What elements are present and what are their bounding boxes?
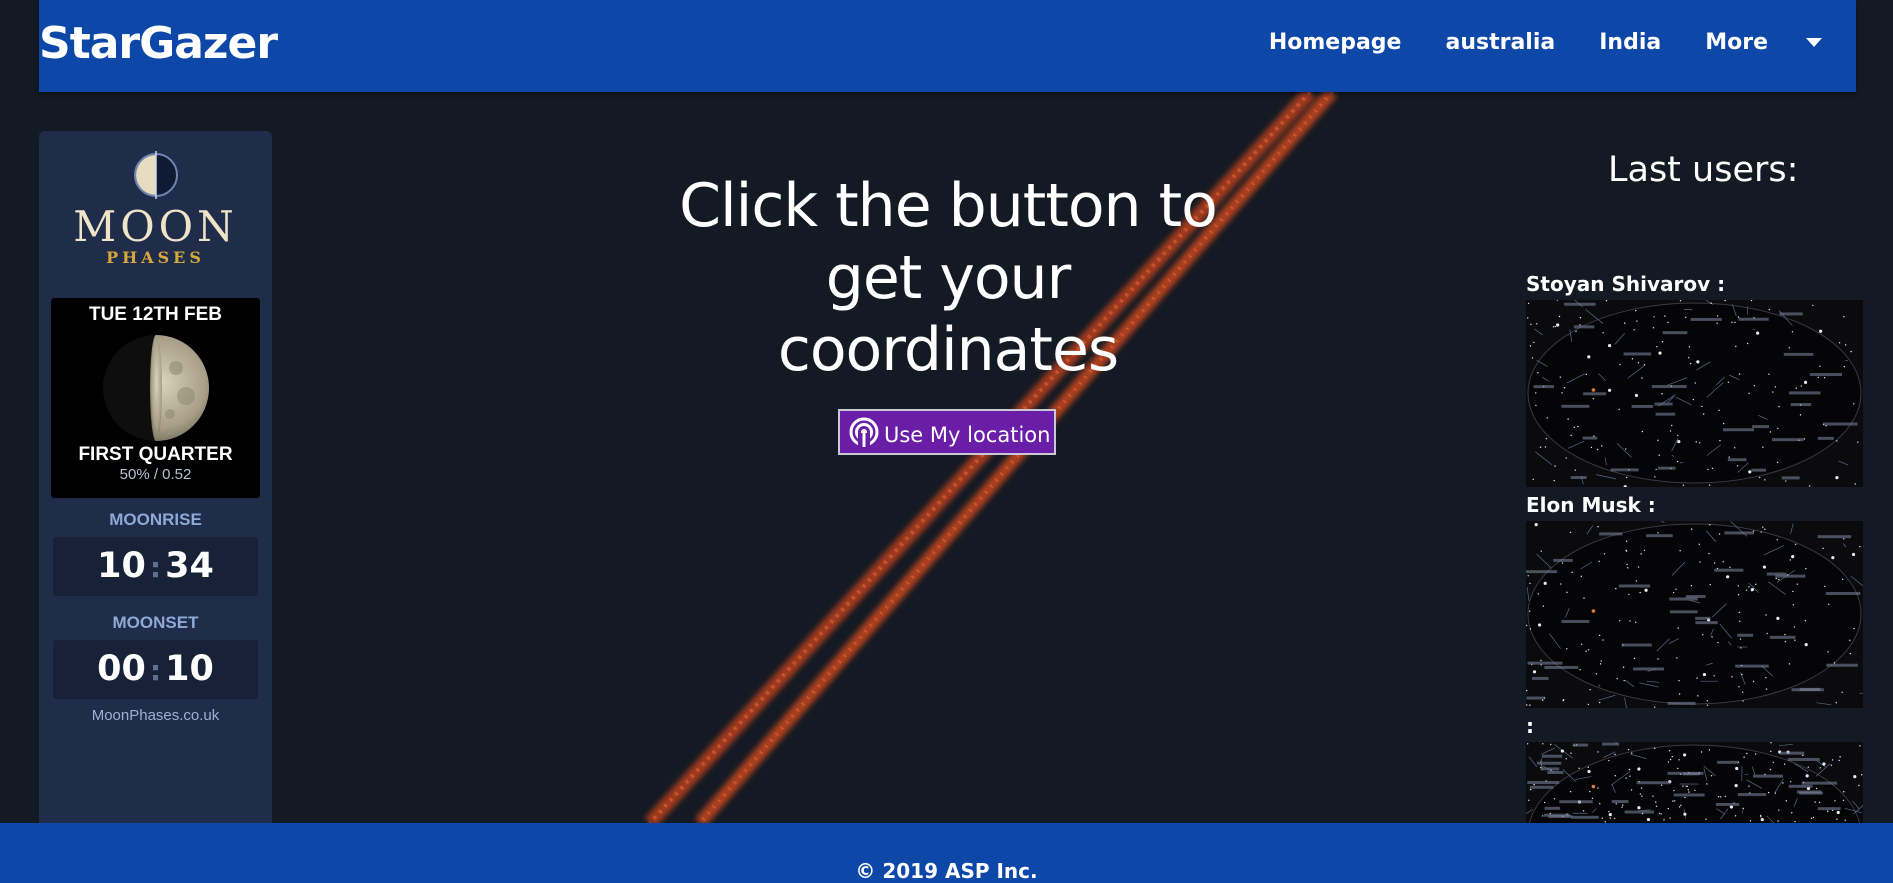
- top-navbar: StarGazer Homepage australia India More: [39, 0, 1856, 92]
- star-map-graphic: [1527, 300, 1862, 487]
- brand-logo[interactable]: StarGazer: [39, 18, 278, 69]
- headline-line-2: get your: [825, 243, 1072, 313]
- chevron-down-icon[interactable]: [1806, 38, 1822, 47]
- moonrise-label: MOONRISE: [109, 510, 202, 529]
- moon-phase-percent: 50% / 0.52: [119, 466, 192, 483]
- nav-link-more[interactable]: More: [1705, 30, 1768, 55]
- use-my-location-button[interactable]: Use My location: [838, 409, 1056, 455]
- page-footer: © 2019 ASP Inc.: [0, 823, 1893, 883]
- nav-links: Homepage australia India More: [1225, 30, 1822, 55]
- moon-date: TUE 12TH FEB: [88, 304, 223, 325]
- user-name: Elon Musk :: [1526, 493, 1656, 517]
- headline-line-3: coordinates: [777, 315, 1119, 385]
- moon-logo-icon: [133, 151, 178, 199]
- last-users-title: Last users:: [1608, 150, 1799, 190]
- time-colon: :: [149, 551, 162, 584]
- moonset-minutes: 10: [165, 649, 214, 689]
- nav-link-australia[interactable]: australia: [1445, 30, 1555, 55]
- star-map-graphic: [1526, 521, 1863, 708]
- time-colon: :: [149, 654, 162, 687]
- user-name: :: [1526, 714, 1534, 738]
- headline-line-1: Click the button to: [679, 171, 1218, 241]
- sky-map-image[interactable]: [1526, 300, 1863, 487]
- use-my-location-label: Use My location: [884, 423, 1051, 447]
- moonrise-minutes: 34: [165, 546, 214, 586]
- moon-phases-widget: MOON PHASES TUE 12TH FEB FIRST QUARTER 5…: [39, 131, 272, 831]
- star-map-graphic: [1526, 742, 1863, 823]
- sky-map-image[interactable]: [1526, 521, 1863, 708]
- moonrise-hours: 10: [97, 546, 146, 586]
- phases-logo-word: PHASES: [106, 248, 205, 267]
- moon-phase-card: TUE 12TH FEB FIRST QUARTER 50% / 0.52: [51, 298, 260, 498]
- sky-map-image[interactable]: [1526, 742, 1863, 823]
- moonset-time: 00:10: [53, 640, 258, 699]
- moon-phase-image: [102, 335, 209, 441]
- moonset-label: MOONSET: [112, 613, 199, 632]
- location-signal-icon: [849, 417, 879, 448]
- user-name: Stoyan Shivarov :: [1526, 272, 1726, 296]
- nav-link-india[interactable]: India: [1599, 30, 1661, 55]
- nav-link-homepage[interactable]: Homepage: [1269, 30, 1402, 55]
- page-headline: Click the button to get your coordinates: [648, 170, 1248, 386]
- moon-credit-link[interactable]: MoonPhases.co.uk: [39, 707, 272, 724]
- moonset-hours: 00: [97, 649, 146, 689]
- moon-phases-logo: MOON PHASES: [39, 149, 272, 267]
- moon-logo-word: MOON: [73, 202, 238, 251]
- footer-copyright: © 2019 ASP Inc.: [855, 859, 1038, 883]
- moonrise-time: 10:34: [53, 537, 258, 596]
- moon-phase-name: FIRST QUARTER: [78, 444, 233, 465]
